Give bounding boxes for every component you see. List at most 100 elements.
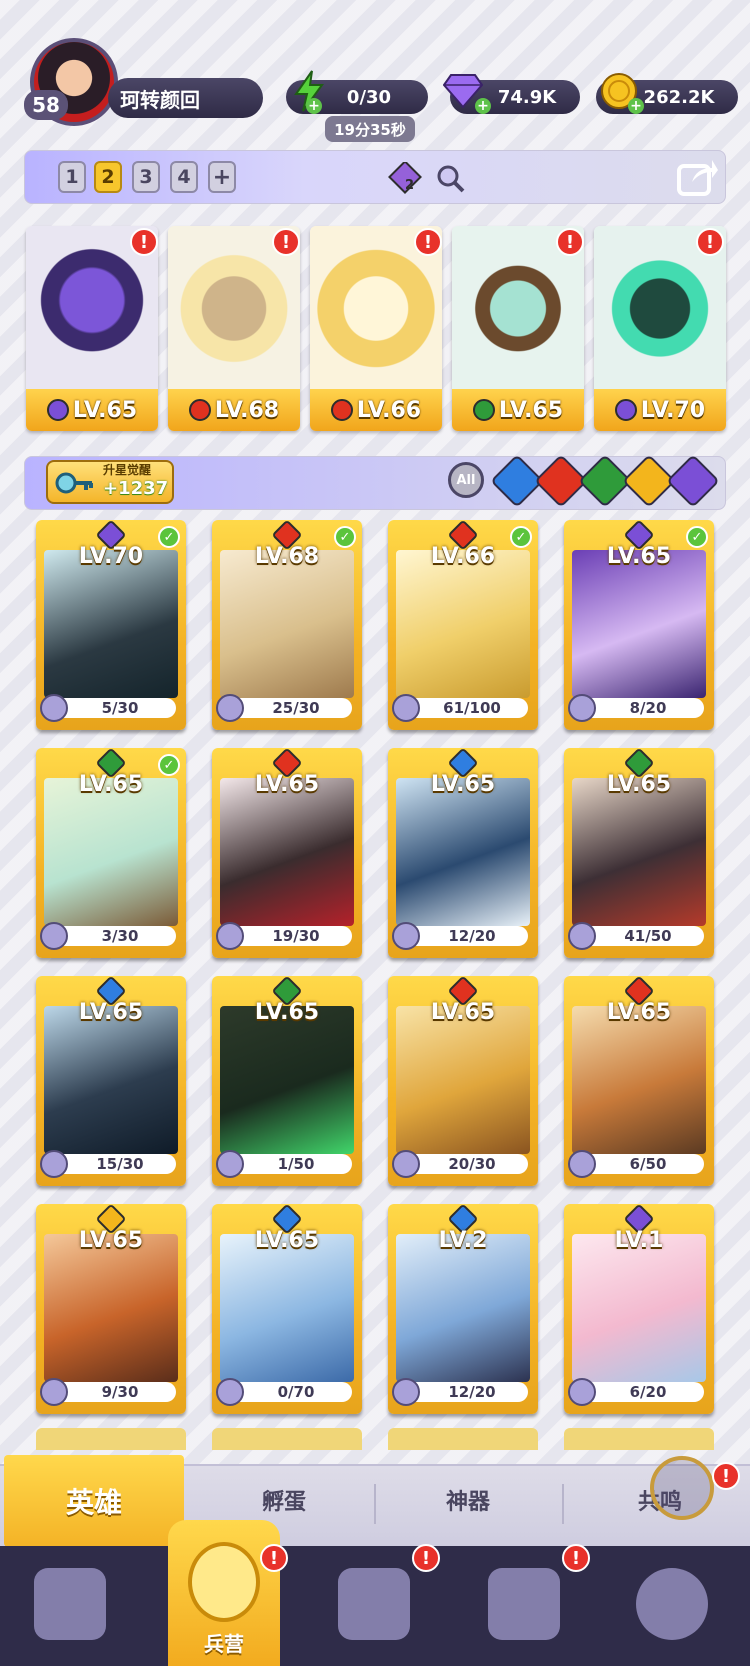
book-icon[interactable] <box>338 1568 410 1640</box>
shard-icon <box>568 1378 596 1406</box>
hero-level: LV.65 <box>498 397 564 423</box>
hero-card[interactable]: LV.65 12/20 <box>388 748 538 958</box>
hero-card[interactable]: ✓ LV.65 3/30 <box>36 748 186 958</box>
team-tab-2[interactable]: 2 <box>94 161 122 193</box>
team-hero-card[interactable]: LV.66 <box>310 226 442 431</box>
hero-level: LV.66 <box>430 544 496 569</box>
magnify-icon[interactable] <box>436 164 466 198</box>
hero-card-partial <box>36 1428 186 1450</box>
hero-level: LV.65 <box>606 544 672 569</box>
hero-card[interactable]: LV.65 1/50 <box>212 976 362 1186</box>
hero-portrait <box>220 1006 354 1154</box>
hero-portrait <box>44 1234 178 1382</box>
hero-portrait <box>220 1234 354 1382</box>
shard-icon <box>216 1378 244 1406</box>
nav-barracks-label: 兵营 <box>204 1632 244 1656</box>
element-icon <box>188 399 211 421</box>
hero-portrait <box>396 550 530 698</box>
hero-card[interactable]: LV.2 12/20 <box>388 1204 538 1414</box>
hero-card[interactable]: LV.65 20/30 <box>388 976 538 1186</box>
team-tab-4[interactable]: 4 <box>170 161 198 193</box>
team-tab-3[interactable]: 3 <box>132 161 160 193</box>
element-icon <box>472 399 495 421</box>
alert-badge: ! <box>272 228 300 256</box>
element-icon <box>614 399 637 421</box>
hero-portrait <box>572 1234 706 1382</box>
add-gems-button[interactable]: + <box>475 98 491 114</box>
hero-level: LV.65 <box>430 1000 496 1025</box>
mushroom-icon[interactable] <box>636 1568 708 1640</box>
add-gold-button[interactable]: + <box>628 98 644 114</box>
team-hero-card[interactable]: LV.65 <box>26 226 158 431</box>
shard-icon <box>40 1378 68 1406</box>
hero-portrait <box>396 778 530 926</box>
alert-badge: ! <box>696 228 724 256</box>
hero-level: LV.68 <box>214 397 280 423</box>
hero-card[interactable]: LV.65 6/50 <box>564 976 714 1186</box>
player-name[interactable]: 珂转颜回 <box>108 78 263 118</box>
player-level: 58 <box>24 90 68 120</box>
shard-icon <box>392 922 420 950</box>
shard-icon <box>568 922 596 950</box>
hero-level: LV.65 <box>78 1228 144 1253</box>
temple-icon[interactable] <box>488 1568 560 1640</box>
hero-level: LV.70 <box>78 544 144 569</box>
team-hero-card[interactable]: LV.68 <box>168 226 300 431</box>
hero-portrait <box>396 1234 530 1382</box>
shard-icon <box>568 1150 596 1178</box>
hero-portrait <box>572 1006 706 1154</box>
energy-timer: 19分35秒 <box>325 116 415 142</box>
shard-icon <box>40 922 68 950</box>
hero-card[interactable]: LV.65 19/30 <box>212 748 362 958</box>
hero-card-partial <box>564 1428 714 1450</box>
filter-all-button[interactable]: All <box>448 462 484 498</box>
alert-badge: ! <box>712 1462 740 1490</box>
subtab-hatch[interactable]: 孵蛋 <box>224 1484 344 1516</box>
hero-portrait <box>44 1006 178 1154</box>
team-bar <box>24 150 726 204</box>
hero-level: LV.1 <box>614 1228 664 1253</box>
hero-card[interactable]: ✓ LV.65 8/20 <box>564 520 714 730</box>
hero-level: LV.65 <box>254 1000 320 1025</box>
fist-icon <box>188 1542 260 1622</box>
hero-card[interactable]: LV.65 0/70 <box>212 1204 362 1414</box>
star-awaken-value: +1237 <box>103 478 169 499</box>
hero-level: LV.70 <box>640 397 706 423</box>
hero-card[interactable]: ✓ LV.68 25/30 <box>212 520 362 730</box>
alert-badge: ! <box>414 228 442 256</box>
hero-level: LV.66 <box>356 397 422 423</box>
add-energy-button[interactable]: + <box>306 98 322 114</box>
gems-value: 74.9K <box>497 86 557 108</box>
team-tab-1[interactable]: 1 <box>58 161 86 193</box>
hero-card[interactable]: LV.65 41/50 <box>564 748 714 958</box>
add-team-tab[interactable]: + <box>208 161 236 193</box>
team-hero-card[interactable]: LV.65 <box>452 226 584 431</box>
share-icon[interactable] <box>676 156 720 202</box>
hero-level: LV.65 <box>78 772 144 797</box>
hero-portrait <box>572 550 706 698</box>
shard-icon <box>216 694 244 722</box>
shard-icon <box>216 922 244 950</box>
hero-card[interactable]: ✓ LV.70 5/30 <box>36 520 186 730</box>
alert-badge: ! <box>556 228 584 256</box>
hero-level: LV.65 <box>72 397 138 423</box>
hero-card[interactable]: LV.65 15/30 <box>36 976 186 1186</box>
subtab-artifact[interactable]: 神器 <box>408 1484 528 1516</box>
hero-portrait <box>220 550 354 698</box>
hero-card[interactable]: LV.1 6/20 <box>564 1204 714 1414</box>
element-icon <box>46 399 69 421</box>
shard-icon <box>392 1378 420 1406</box>
subtab-divider <box>562 1484 564 1524</box>
compass-icon[interactable] <box>650 1456 714 1520</box>
hero-card[interactable]: LV.65 9/30 <box>36 1204 186 1414</box>
team-hero-card[interactable]: LV.70 <box>594 226 726 431</box>
alert-badge: ! <box>130 228 158 256</box>
hero-level: LV.2 <box>438 1228 488 1253</box>
alert-badge: ! <box>260 1544 288 1572</box>
hero-card[interactable]: ✓ LV.66 61/100 <box>388 520 538 730</box>
subtab-divider <box>374 1484 376 1524</box>
cards-icon[interactable] <box>34 1568 106 1640</box>
key-icon <box>54 466 94 504</box>
subtab-heroes[interactable]: 英雄 <box>4 1455 184 1547</box>
hero-portrait <box>44 550 178 698</box>
